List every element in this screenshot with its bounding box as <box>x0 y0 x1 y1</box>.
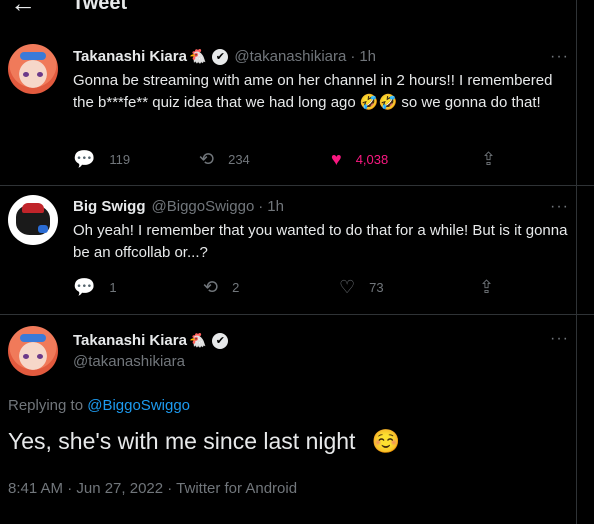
reply-button[interactable]: 💬 119 <box>73 150 130 168</box>
separator: · <box>258 198 264 215</box>
author-row: Takanashi Kiara 🐔 ✔ @takanashikiara · 1h <box>73 48 376 65</box>
handle[interactable]: @takanashikiara <box>73 353 185 370</box>
smiling-emoji: ☺️ <box>371 428 401 454</box>
handle[interactable]: @BiggoSwiggo <box>152 198 255 215</box>
share-button[interactable]: ⇪ <box>479 278 508 296</box>
replying-prefix: Replying to <box>8 397 84 414</box>
handle[interactable]: @takanashikiara <box>234 48 346 65</box>
retweet-button[interactable]: ⟲ 234 <box>199 150 250 168</box>
reply-icon: 💬 <box>73 277 96 297</box>
reply-count: 1 <box>109 279 117 295</box>
verified-badge-icon: ✔ <box>212 48 229 65</box>
column-border <box>576 0 577 524</box>
replying-to: Replying to @BiggoSwiggo <box>8 397 190 414</box>
chicken-emoji: 🐔 <box>188 48 207 64</box>
main-tweet-text: Yes, she's with me since last night ☺️ <box>8 428 400 455</box>
tweet-timestamp[interactable]: 8:41 AM · Jun 27, 2022 · Twitter for And… <box>8 480 297 497</box>
tweet-actions: 💬 1 ⟲ 2 ♡ 73 ⇪ <box>73 278 543 300</box>
retweet-count: 234 <box>228 151 250 167</box>
heart-outline-icon: ♡ <box>339 277 356 297</box>
like-count: 4,038 <box>355 151 389 167</box>
avatar[interactable] <box>8 326 58 376</box>
retweet-button[interactable]: ⟲ 2 <box>203 278 239 296</box>
share-button[interactable]: ⇪ <box>481 150 510 168</box>
like-button[interactable]: ♥ 4,038 <box>331 150 388 168</box>
divider <box>0 185 594 186</box>
retweet-icon: ⟲ <box>199 149 215 169</box>
reply-button[interactable]: 💬 1 <box>73 278 117 296</box>
display-name[interactable]: Takanashi Kiara <box>73 332 187 349</box>
reply-icon: 💬 <box>73 149 96 169</box>
like-button[interactable]: ♡ 73 <box>339 278 384 296</box>
reply-count: 119 <box>109 151 131 167</box>
heart-filled-icon: ♥ <box>331 149 342 169</box>
back-arrow-icon[interactable]: ← <box>10 0 36 18</box>
verified-badge-icon: ✔ <box>212 332 229 349</box>
separator: · <box>350 48 356 65</box>
divider <box>0 314 594 315</box>
chicken-emoji: 🐔 <box>188 332 207 348</box>
top-bar: ← Tweet <box>0 0 594 26</box>
tweet-text: Oh yeah! I remember that you wanted to d… <box>73 222 568 261</box>
author-row: Big Swigg @BiggoSwiggo · 1h <box>73 198 284 215</box>
like-count: 73 <box>369 279 384 295</box>
more-options-icon[interactable]: ··· <box>550 330 569 348</box>
timestamp[interactable]: 1h <box>359 48 376 65</box>
retweet-count: 2 <box>232 279 240 295</box>
timestamp[interactable]: 1h <box>267 198 284 215</box>
main-text: Yes, she's with me since last night <box>8 428 356 454</box>
tweet-actions: 💬 119 ⟲ 234 ♥ 4,038 ⇪ <box>73 150 543 172</box>
author-row: Takanashi Kiara 🐔 ✔ <box>73 332 229 349</box>
display-name[interactable]: Takanashi Kiara <box>73 48 187 65</box>
avatar[interactable] <box>8 195 58 245</box>
share-icon: ⇪ <box>479 277 495 297</box>
page-title: Tweet <box>72 0 128 14</box>
avatar[interactable] <box>8 44 58 94</box>
display-name[interactable]: Big Swigg <box>73 198 146 215</box>
share-icon: ⇪ <box>481 149 497 169</box>
retweet-icon: ⟲ <box>203 277 219 297</box>
more-options-icon[interactable]: ··· <box>550 48 569 66</box>
tweet-text: Gonna be streaming with ame on her chann… <box>73 72 553 111</box>
more-options-icon[interactable]: ··· <box>550 198 569 216</box>
mention-link[interactable]: @BiggoSwiggo <box>87 397 190 414</box>
